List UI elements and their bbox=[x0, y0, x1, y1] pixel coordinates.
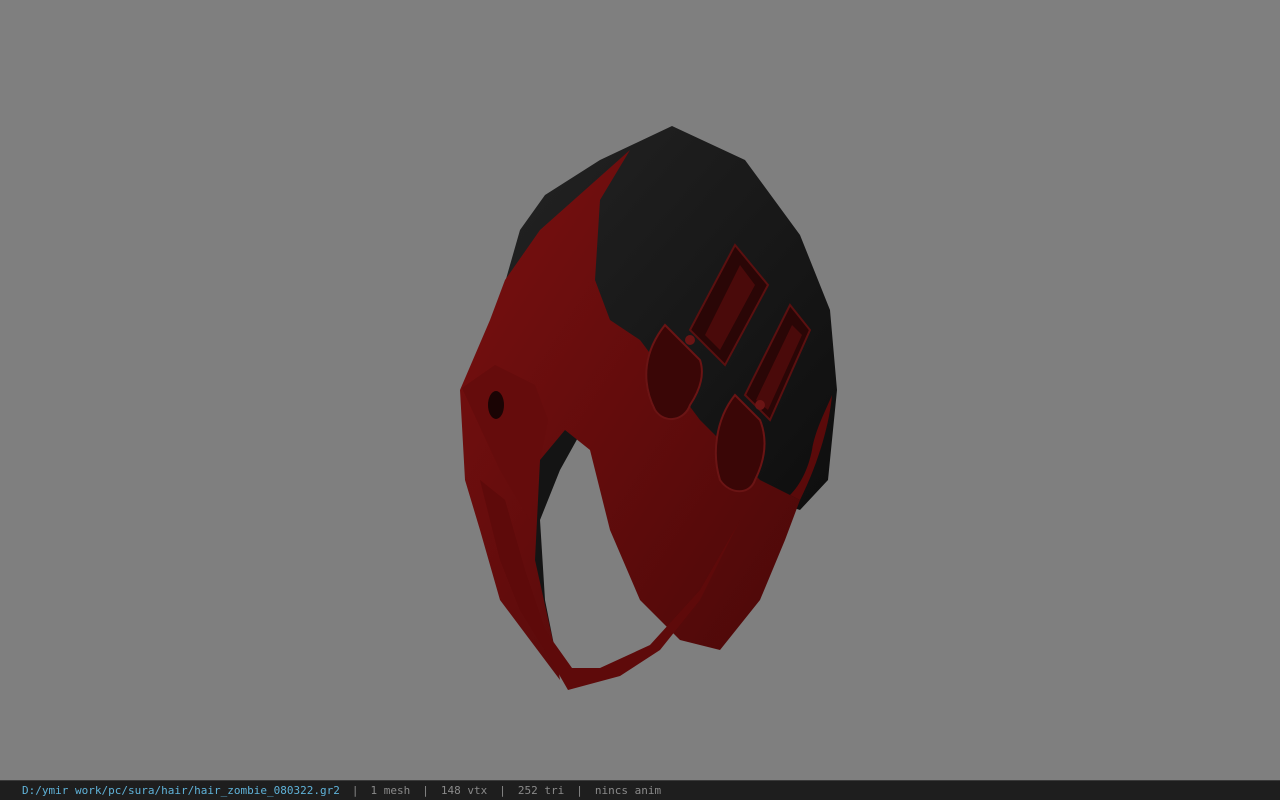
status-separator: | bbox=[422, 784, 429, 797]
status-separator: | bbox=[576, 784, 583, 797]
mesh-count-label: 1 mesh bbox=[370, 784, 411, 797]
status-separator: | bbox=[351, 784, 359, 797]
vertex-count-label: 148 vtx bbox=[440, 784, 488, 797]
status-separator: | bbox=[499, 784, 506, 797]
file-path-label: D:/ymir work/pc/sura/hair/hair_zombie_08… bbox=[22, 784, 340, 797]
triangle-count-label: 252 tri bbox=[517, 784, 565, 797]
helmet-model-render[interactable] bbox=[0, 0, 1280, 780]
ear-guard-hole bbox=[488, 391, 504, 419]
animation-status-label: nincs anim bbox=[594, 784, 662, 797]
3d-viewport[interactable] bbox=[0, 0, 1280, 780]
status-bar: D:/ymir work/pc/sura/hair/hair_zombie_08… bbox=[0, 780, 1280, 800]
